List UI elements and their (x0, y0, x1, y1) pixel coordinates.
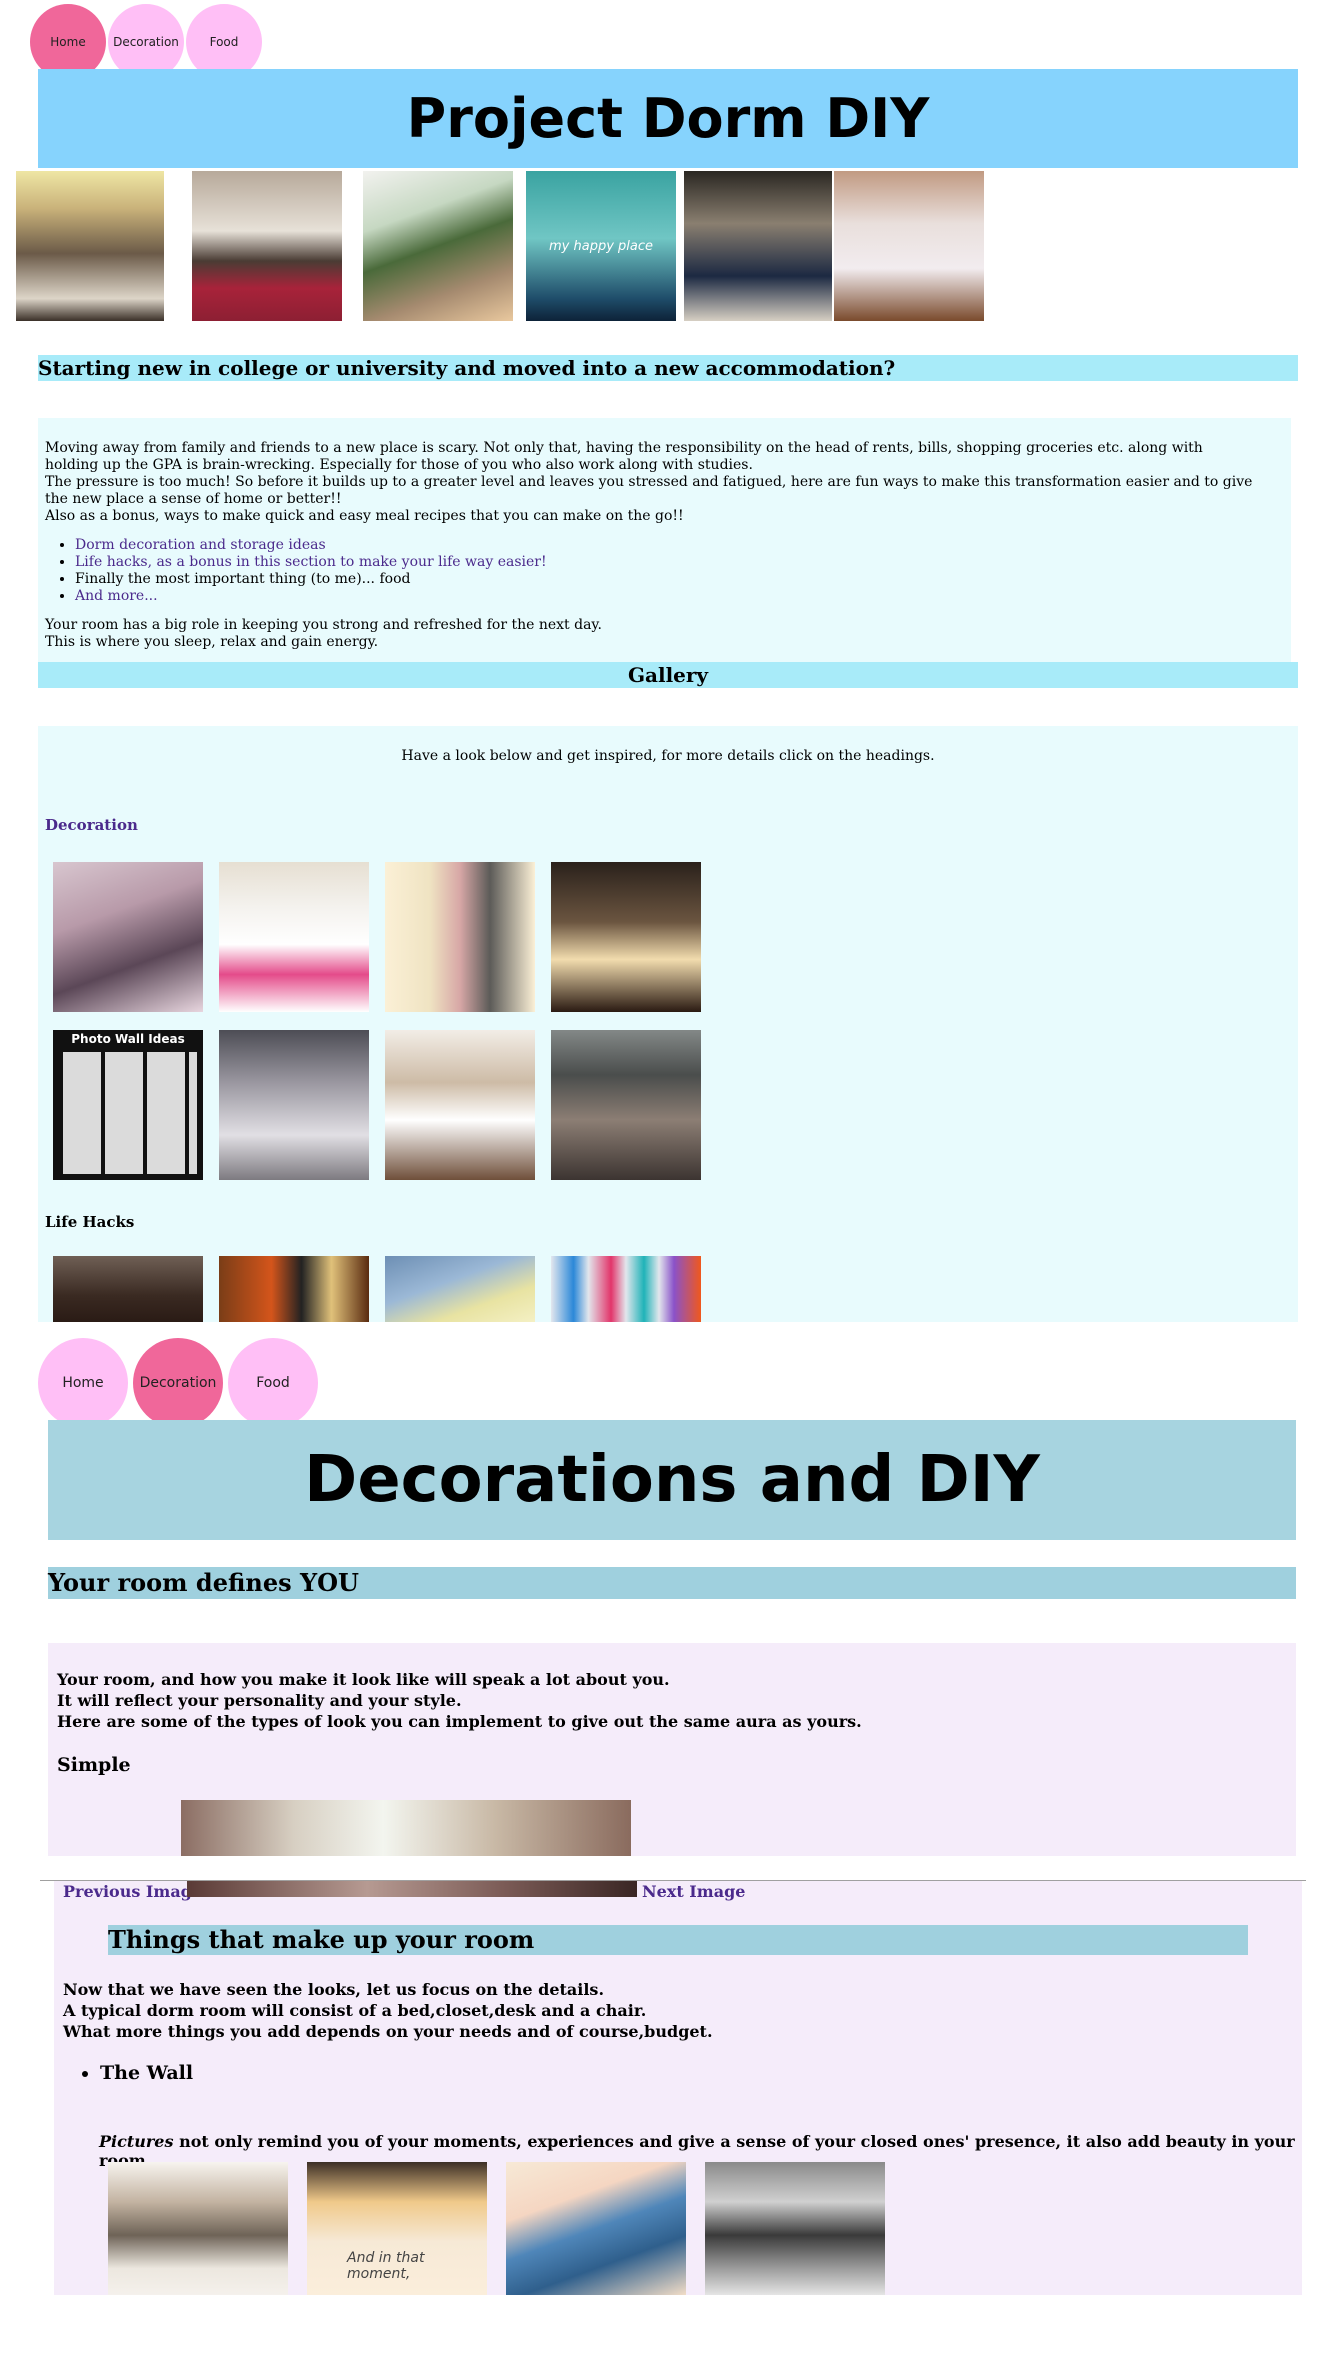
intro-paragraph-2: The pressure is too much! So before it b… (45, 474, 1253, 507)
life-hack-photo[interactable] (53, 1256, 203, 1322)
wall-photo (506, 2162, 686, 2295)
closing-line-2: This is where you sleep, relax and gain … (45, 634, 379, 650)
hero-photo-4: my happy place (526, 171, 676, 321)
decoration-photo[interactable] (385, 862, 535, 1012)
nav-food-label: Food (209, 35, 239, 49)
nav-decoration-label: Decoration (113, 35, 179, 49)
previous-image-link[interactable]: Previous Image (63, 1882, 202, 1901)
next-image-link[interactable]: Next Image (642, 1882, 745, 1901)
photo-wall-caption: Photo Wall Ideas (71, 1032, 185, 1046)
list-item: Life hacks, as a bonus in this section t… (75, 554, 1291, 571)
decorations-title: Decorations and DIY (48, 1420, 1296, 1540)
nav-home-button[interactable]: Home (38, 1338, 128, 1428)
closing-line-1: Your room has a big role in keeping you … (45, 617, 602, 633)
food-list-text: Finally the most important thing (to me)… (75, 571, 411, 587)
things-list: The Wall (70, 2062, 193, 2084)
nav-home-label: Home (50, 35, 86, 49)
things-text-line: Now that we have seen the looks, let us … (63, 1980, 605, 1999)
nav-home-label: Home (62, 1375, 104, 1391)
list-item: The Wall (100, 2062, 193, 2084)
hero-photo-5 (684, 171, 832, 321)
wall-photo (705, 2162, 885, 2295)
intro-section: Moving away from family and friends to a… (38, 418, 1291, 680)
life-hack-photo[interactable] (219, 1256, 369, 1322)
decoration-photo[interactable] (53, 862, 203, 1012)
wall-photo: And in that moment, (307, 2162, 487, 2295)
list-item: Dorm decoration and storage ideas (75, 537, 1291, 554)
things-text-line: What more things you add depends on your… (63, 2022, 713, 2041)
intro-paragraph-1: Moving away from family and friends to a… (45, 440, 1203, 473)
pictures-emphasis: Pictures (99, 2132, 174, 2151)
life-hack-photo[interactable] (551, 1256, 701, 1322)
slideshow-image (187, 1881, 637, 1897)
question-heading: Starting new in college or university an… (38, 355, 1298, 381)
room-text-line: Here are some of the types of look you c… (57, 1712, 862, 1731)
and-more-link[interactable]: And more... (75, 588, 158, 604)
room-text: Your room, and how you make it look like… (57, 1669, 862, 1732)
gallery-heading: Gallery (38, 662, 1298, 688)
life-hacks-link[interactable]: Life hacks, as a bonus in this section t… (75, 554, 547, 570)
things-text: Now that we have seen the looks, let us … (63, 1979, 713, 2042)
decoration-photo[interactable] (385, 1030, 535, 1180)
wall-photo-caption: And in that moment, (347, 2250, 425, 2282)
wall-item-label: The Wall (100, 2062, 194, 2084)
simple-room-photo (181, 1800, 631, 1856)
list-item: And more... (75, 588, 1291, 605)
life-hack-photo[interactable] (385, 1256, 535, 1322)
page-title: Project Dorm DIY (38, 69, 1298, 168)
hero-photo-caption: my happy place (549, 238, 653, 254)
hero-photo-2 (192, 171, 342, 321)
room-text-line: Your room, and how you make it look like… (57, 1670, 670, 1689)
decoration-photo[interactable] (551, 862, 701, 1012)
decoration-photo[interactable] (219, 1030, 369, 1180)
intro-paragraph-3: Also as a bonus, ways to make quick and … (45, 508, 684, 524)
gallery-intro: Have a look below and get inspired, for … (401, 748, 935, 764)
hero-photo-3 (363, 171, 513, 321)
room-heading: Your room defines YOU (48, 1567, 1296, 1599)
nav-food-button[interactable]: Food (228, 1338, 318, 1428)
wall-photo (108, 2162, 288, 2295)
dorm-decoration-link[interactable]: Dorm decoration and storage ideas (75, 537, 326, 553)
photo-wall-ideas-photo[interactable]: Photo Wall Ideas (53, 1030, 203, 1180)
things-heading: Things that make up your room (108, 1925, 1248, 1955)
simple-heading: Simple (57, 1754, 131, 1776)
photo-wall-grid (59, 1052, 197, 1174)
room-section: Your room, and how you make it look like… (48, 1643, 1296, 1856)
hero-photo-6 (834, 171, 984, 321)
nav-decoration-button[interactable]: Decoration (133, 1338, 223, 1428)
decoration-photo[interactable] (551, 1030, 701, 1180)
room-text-line: It will reflect your personality and you… (57, 1691, 462, 1710)
list-item: Finally the most important thing (to me)… (75, 571, 1291, 588)
things-text-line: A typical dorm room will consist of a be… (63, 2001, 647, 2020)
gallery-section: Have a look below and get inspired, for … (38, 726, 1298, 1322)
nav-decoration-label: Decoration (139, 1375, 217, 1391)
nav-food-label: Food (256, 1375, 290, 1391)
hero-photo-1 (16, 171, 164, 321)
life-hacks-heading: Life Hacks (45, 1213, 135, 1231)
decoration-photo[interactable] (219, 862, 369, 1012)
intro-list: Dorm decoration and storage ideas Life h… (45, 537, 1291, 605)
decoration-heading-link[interactable]: Decoration (45, 816, 138, 834)
